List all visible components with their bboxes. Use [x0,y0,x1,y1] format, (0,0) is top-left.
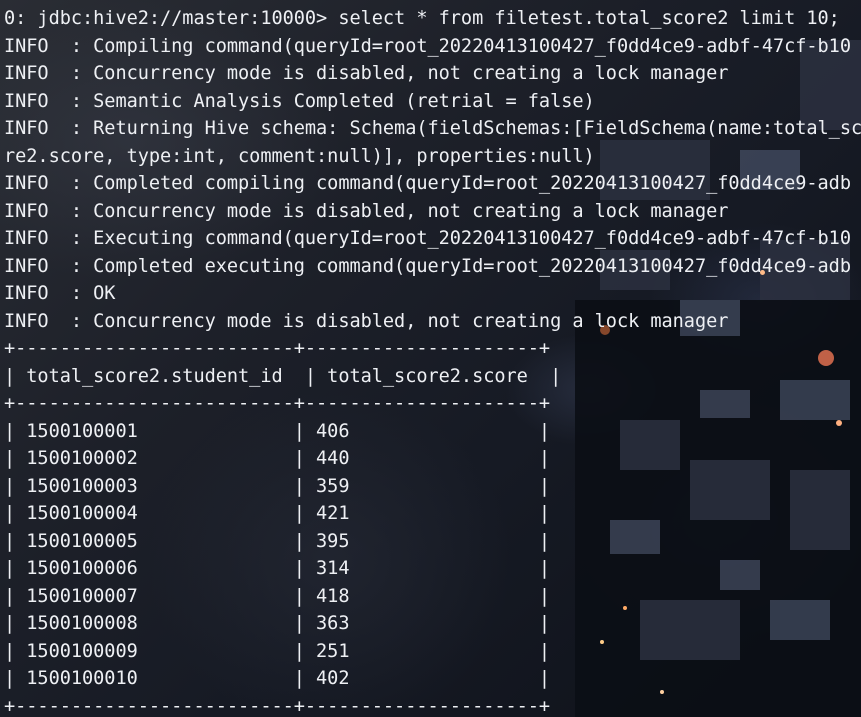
output-line: +-------------------------+-------------… [4,695,551,717]
output-line: INFO : Concurrency mode is disabled, not… [4,200,729,222]
output-line: INFO : OK [4,283,116,304]
output-line: | 1500100007 | 418 | [4,585,551,607]
command-prompt-line: 0: jdbc:hive2://master:10000> select * f… [4,8,840,29]
output-line: | 1500100002 | 440 | [4,448,551,469]
output-line: | 1500100005 | 395 | [4,530,551,552]
output-line: INFO : Compiling command(queryId=root_20… [4,35,851,57]
output-line: | 1500100004 | 421 | [4,503,551,524]
output-line: INFO : Completed compiling command(query… [4,173,851,194]
output-line: | 1500100006 | 314 | [4,558,551,579]
output-line: | 1500100003 | 359 | [4,475,551,497]
output-line: +-------------------------+-------------… [4,393,551,414]
output-line: +-------------------------+-------------… [4,338,551,359]
terminal-output[interactable]: 0: jdbc:hive2://master:10000> select * f… [4,5,861,717]
output-line: | 1500100008 | 363 | [4,613,551,634]
output-line: | 1500100009 | 251 | [4,640,551,662]
terminal-window[interactable]: 0: jdbc:hive2://master:10000> select * f… [0,0,861,717]
output-line: INFO : Returning Hive schema: Schema(fie… [4,118,861,139]
output-line: re2.score, type:int, comment:null)], pro… [4,145,595,167]
output-line: INFO : Concurrency mode is disabled, not… [4,63,729,84]
output-line: INFO : Concurrency mode is disabled, not… [4,310,729,332]
output-line: INFO : Executing command(queryId=root_20… [4,228,851,249]
output-line: | 1500100001 | 406 | [4,420,551,442]
output-line: | 1500100010 | 402 | [4,668,551,689]
output-line: INFO : Completed executing command(query… [4,255,851,277]
output-line: INFO : Semantic Analysis Completed (retr… [4,90,595,112]
output-line: | total_score2.student_id | total_score2… [4,365,562,387]
